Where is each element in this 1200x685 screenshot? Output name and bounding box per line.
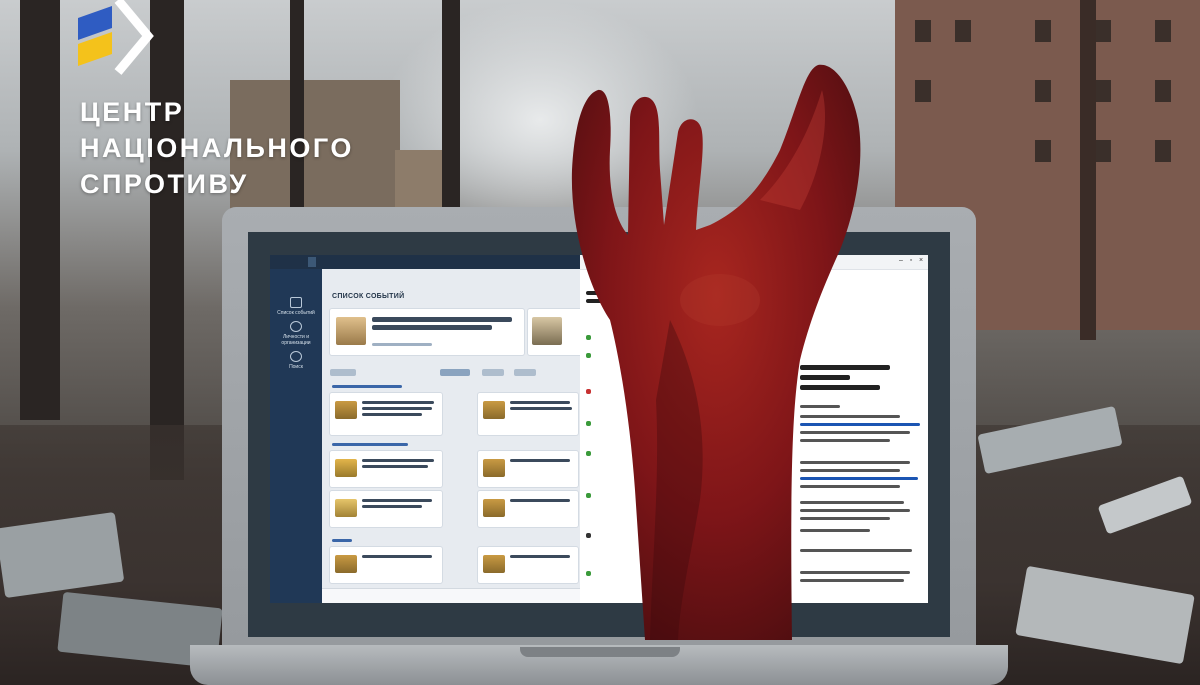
tree-trunk — [442, 0, 460, 210]
event-thumbnail — [483, 401, 505, 419]
event-thumbnail — [483, 459, 505, 477]
event-headline — [372, 317, 512, 322]
title-line-2: НАЦІОНАЛЬНОГО — [80, 133, 354, 163]
laptop-notch — [520, 647, 680, 657]
event-thumbnail — [335, 555, 357, 573]
filter-chip — [330, 369, 356, 376]
events-panel: СПИСОК СОБЫТИЙ — [322, 269, 588, 603]
event-item — [330, 393, 442, 435]
section-label — [332, 443, 408, 446]
window — [1035, 140, 1051, 162]
tree-trunk — [1080, 0, 1096, 340]
tree-trunk — [20, 0, 60, 420]
section-label — [332, 385, 402, 388]
window — [1095, 20, 1111, 42]
event-thumbnail — [483, 499, 505, 517]
app-sidebar: Список событий Личности и организации По… — [270, 269, 322, 603]
event-text — [362, 407, 432, 410]
window — [955, 20, 971, 42]
title-line-1: ЦЕНТР — [80, 97, 185, 127]
window — [1155, 20, 1171, 42]
event-thumbnail — [335, 401, 357, 419]
event-item — [330, 451, 442, 487]
organization-title: ЦЕНТР НАЦІОНАЛЬНОГО СПРОТИВУ — [80, 94, 354, 202]
event-thumbnail — [335, 459, 357, 477]
event-text — [362, 499, 432, 502]
sidebar-item-events: Список событий — [270, 297, 322, 316]
window — [1095, 140, 1111, 162]
search-icon — [290, 351, 302, 362]
title-line-3: СПРОТИВУ — [80, 169, 249, 199]
event-text — [362, 459, 434, 462]
events-heading: СПИСОК СОБЫТИЙ — [332, 293, 405, 300]
event-thumbnail — [336, 317, 366, 345]
window — [1035, 80, 1051, 102]
event-thumbnail — [532, 317, 562, 345]
window — [1035, 20, 1051, 42]
event-item — [330, 491, 442, 527]
filter-chip — [514, 369, 536, 376]
maximize-icon: ▫ — [909, 257, 913, 264]
window — [915, 20, 931, 42]
minimize-icon: – — [899, 257, 903, 264]
featured-event-card — [330, 309, 524, 355]
person-icon — [290, 321, 302, 332]
pagination-bar — [322, 588, 580, 603]
sidebar-item-persons: Личности и организации — [270, 321, 322, 346]
event-text — [362, 465, 428, 468]
event-thumbnail — [483, 555, 505, 573]
filter-chip — [482, 369, 504, 376]
sidebar-item-label: Личности и организации — [281, 334, 311, 346]
event-headline — [372, 325, 492, 330]
event-meta — [372, 343, 432, 346]
event-item — [330, 547, 442, 583]
event-thumbnail — [335, 499, 357, 517]
event-text — [362, 555, 432, 558]
sidebar-item-label: Список событий — [277, 310, 315, 316]
section-label — [332, 539, 352, 542]
ukraine-flag-chevron-logo — [78, 0, 154, 75]
calendar-icon — [290, 297, 302, 308]
event-text — [362, 505, 422, 508]
window — [1155, 80, 1171, 102]
topbar-tab — [272, 257, 280, 267]
event-text — [362, 413, 422, 416]
window — [1095, 80, 1111, 102]
app-topbar — [270, 255, 580, 269]
event-text — [362, 401, 434, 404]
bloody-hand — [571, 64, 861, 640]
window — [915, 80, 931, 102]
window — [1155, 140, 1171, 162]
sidebar-item-label: Поиск — [289, 364, 303, 370]
sidebar-item-search: Поиск — [270, 351, 322, 370]
close-icon: × — [918, 257, 924, 264]
filter-chip-active — [440, 369, 470, 376]
topbar-tab-active — [308, 257, 316, 267]
